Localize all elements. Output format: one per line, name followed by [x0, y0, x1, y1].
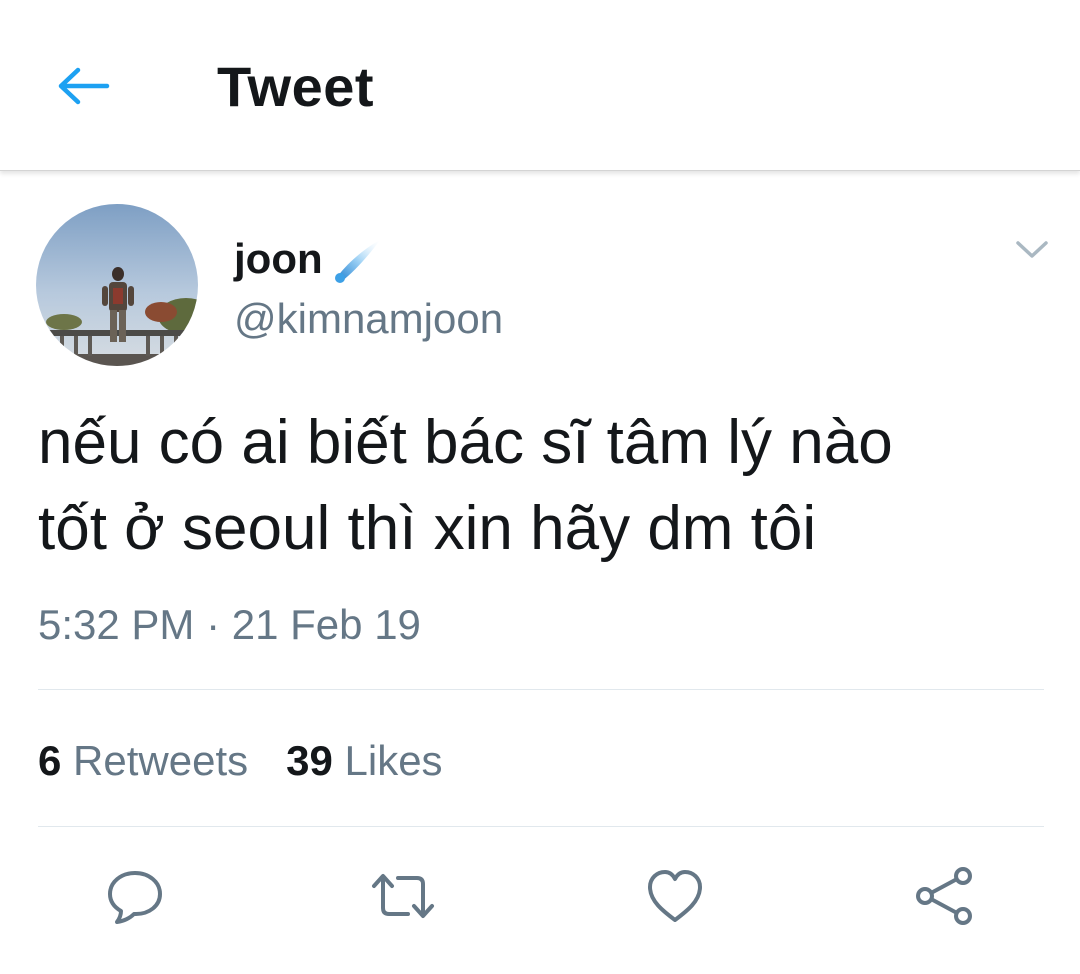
comet-emoji-icon — [330, 236, 384, 286]
heart-icon — [645, 868, 705, 924]
tweet-options-button[interactable] — [1008, 228, 1056, 272]
user-handle[interactable]: @kimnamjoon — [234, 294, 503, 344]
tweet-timestamp: 5:32 PM · 21 Feb 19 — [38, 600, 421, 650]
retweets-count: 6 — [38, 737, 62, 784]
share-button[interactable] — [910, 862, 980, 930]
like-button[interactable] — [640, 862, 710, 930]
tweet-date: 21 Feb 19 — [231, 601, 421, 648]
likes-stat[interactable]: 39 Likes — [286, 736, 442, 786]
retweet-button[interactable] — [368, 862, 438, 930]
timestamp-separator: · — [206, 601, 221, 648]
back-button[interactable] — [52, 56, 116, 116]
divider — [38, 826, 1044, 827]
avatar[interactable] — [36, 204, 198, 366]
display-name[interactable]: joon — [234, 234, 323, 284]
tweet-stats: 6 Retweets 39 Likes — [38, 736, 443, 786]
retweets-stat[interactable]: 6 Retweets — [38, 736, 248, 786]
divider — [38, 689, 1044, 690]
share-icon — [913, 865, 977, 927]
tweet-time: 5:32 PM — [38, 601, 195, 648]
retweets-label: Retweets — [73, 737, 249, 784]
reply-button[interactable] — [100, 862, 170, 930]
retweet-icon — [368, 868, 438, 924]
chevron-down-icon — [1015, 239, 1049, 261]
top-app-bar: Tweet — [0, 0, 1080, 171]
likes-count: 39 — [286, 737, 333, 784]
page-title: Tweet — [217, 55, 375, 118]
reply-icon — [105, 867, 165, 925]
arrow-left-icon — [57, 66, 111, 106]
likes-label: Likes — [344, 737, 443, 784]
tweet-text: nếu có ai biết bác sĩ tâm lý nào tốt ở s… — [38, 408, 893, 563]
